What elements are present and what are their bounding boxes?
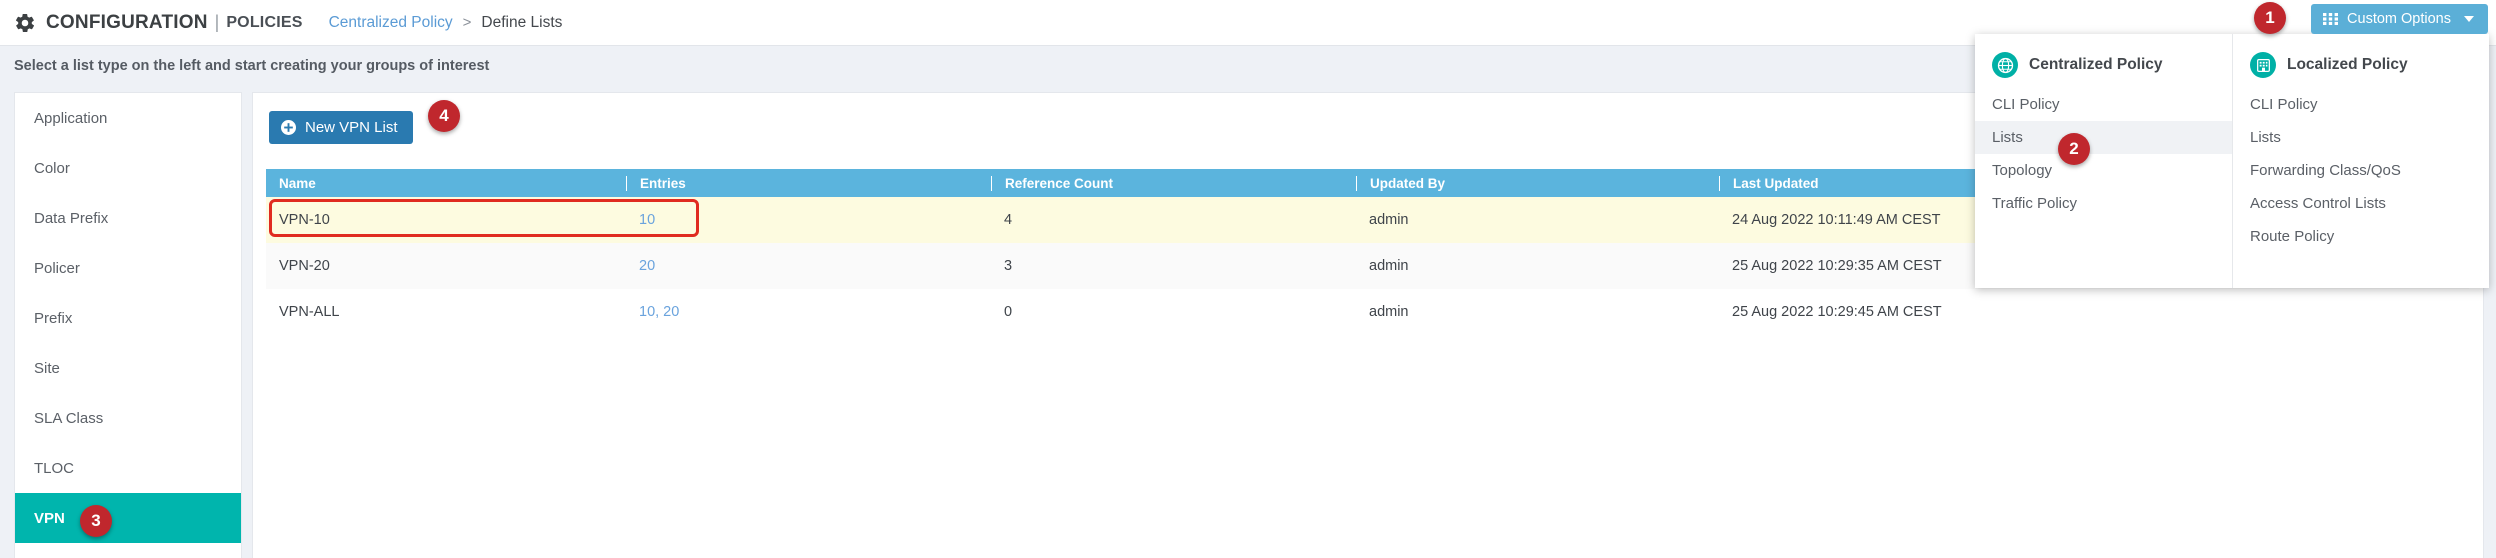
cell-entries[interactable]: 20 <box>626 258 991 274</box>
dropdown-item-label: Route Policy <box>2250 228 2335 245</box>
cell-entries[interactable]: 10 <box>626 212 991 228</box>
cell-updated-by: admin <box>1369 258 1409 274</box>
globe-icon <box>1992 52 2018 78</box>
dropdown-title-localized-policy: Localized Policy <box>2233 48 2489 82</box>
app-title: CONFIGURATION <box>46 11 208 33</box>
cell-reference-count: 0 <box>1004 304 1013 320</box>
sidebar-item-label: SLA Class <box>34 409 104 427</box>
dropdown-item-lists[interactable]: Lists <box>2233 121 2489 154</box>
sidebar-item-data-prefix[interactable]: Data Prefix <box>15 193 241 243</box>
dropdown-column-centralized-policy: Centralized Policy CLI Policy Lists Topo… <box>1975 34 2232 288</box>
sidebar-item-label: Site <box>34 359 60 377</box>
building-icon <box>2250 52 2276 78</box>
callout-badge-2: 2 <box>2058 133 2090 165</box>
dropdown-list-centralized: CLI Policy Lists Topology Traffic Policy <box>1975 88 2232 220</box>
dropdown-item-lists[interactable]: Lists <box>1975 121 2232 154</box>
sidebar-item-label: Data Prefix <box>34 209 109 227</box>
chevron-down-icon <box>2464 16 2474 22</box>
dropdown-item-label: Topology <box>1992 162 2053 179</box>
gear-icon <box>15 13 35 32</box>
app-section-label: POLICIES <box>226 13 303 31</box>
dropdown-title-centralized-policy: Centralized Policy <box>1975 48 2232 82</box>
column-header-reference-count[interactable]: Reference Count <box>991 175 1356 191</box>
dropdown-item-label: CLI Policy <box>1992 96 2060 113</box>
dropdown-item-traffic-policy[interactable]: Traffic Policy <box>1975 187 2232 220</box>
cell-name: VPN-ALL <box>279 304 340 320</box>
cell-reference-count: 3 <box>1004 258 1013 274</box>
dropdown-column-localized-policy: Localized Policy CLI Policy Lists Forwar… <box>2232 34 2489 288</box>
breadcrumb-link-centralized-policy[interactable]: Centralized Policy <box>329 14 453 32</box>
cell-name: VPN-10 <box>279 212 330 228</box>
dropdown-item-cli-policy[interactable]: CLI Policy <box>1975 88 2232 121</box>
sidebar-item-sla-class[interactable]: SLA Class <box>15 393 241 443</box>
dropdown-item-forwarding-class-qos[interactable]: Forwarding Class/QoS <box>2233 154 2489 187</box>
dropdown-item-route-policy[interactable]: Route Policy <box>2233 220 2489 253</box>
sidebar-item-tloc[interactable]: TLOC <box>15 443 241 493</box>
sidebar-item-label: Prefix <box>34 309 73 327</box>
table-row[interactable]: VPN-ALL 10, 20 0 admin 25 Aug 2022 10:29… <box>266 289 2469 335</box>
sidebar-item-policer[interactable]: Policer <box>15 243 241 293</box>
sidebar-item-label: Policer <box>34 259 80 277</box>
dropdown-item-topology[interactable]: Topology <box>1975 154 2232 187</box>
callout-badge-1: 1 <box>2254 2 2286 34</box>
column-header-name[interactable]: Name <box>266 176 626 191</box>
cell-name: VPN-20 <box>279 258 330 274</box>
cell-updated-by: admin <box>1369 212 1409 228</box>
cell-last-updated: 25 Aug 2022 10:29:45 AM CEST <box>1732 304 1942 320</box>
new-vpn-list-label: New VPN List <box>305 119 398 136</box>
dropdown-item-label: Access Control Lists <box>2250 195 2386 212</box>
dropdown-list-localized: CLI Policy Lists Forwarding Class/QoS Ac… <box>2233 88 2489 253</box>
cell-entries[interactable]: 10, 20 <box>626 304 991 320</box>
instruction-text: Select a list type on the left and start… <box>14 58 490 74</box>
sidebar-item-label: Color <box>34 159 70 177</box>
sidebar-item-label: Application <box>34 109 108 127</box>
dropdown-item-label: Traffic Policy <box>1992 195 2078 212</box>
dropdown-item-label: Lists <box>2250 129 2281 146</box>
dropdown-item-label: CLI Policy <box>2250 96 2318 113</box>
breadcrumb-current-define-lists: Define Lists <box>481 13 563 31</box>
sidebar-item-label: VPN <box>34 509 65 527</box>
dropdown-item-cli-policy[interactable]: CLI Policy <box>2233 88 2489 121</box>
title-separator: | <box>214 12 220 32</box>
dropdown-item-label: Forwarding Class/QoS <box>2250 162 2401 179</box>
cell-updated-by: admin <box>1369 304 1409 320</box>
sidebar-item-site[interactable]: Site <box>15 343 241 393</box>
grid-icon <box>2323 13 2339 25</box>
cell-actions <box>2219 304 2469 321</box>
custom-options-dropdown: Centralized Policy CLI Policy Lists Topo… <box>1975 34 2489 288</box>
new-vpn-list-button[interactable]: New VPN List <box>269 111 413 144</box>
plus-circle-icon <box>281 120 296 135</box>
column-header-updated-by[interactable]: Updated By <box>1356 175 1719 191</box>
dropdown-title-label: Localized Policy <box>2287 56 2408 73</box>
sidebar-item-vpn[interactable]: VPN <box>15 493 241 543</box>
custom-options-label: Custom Options <box>2347 11 2451 27</box>
sidebar-item-color[interactable]: Color <box>15 143 241 193</box>
sidebar-item-prefix[interactable]: Prefix <box>15 293 241 343</box>
breadcrumb-separator: > <box>462 14 472 31</box>
callout-badge-4: 4 <box>428 100 460 132</box>
dropdown-title-label: Centralized Policy <box>2029 56 2163 73</box>
column-header-entries[interactable]: Entries <box>626 175 991 191</box>
row-action-buttons <box>2232 304 2469 321</box>
list-type-sidebar: Application Color Data Prefix Policer Pr… <box>14 92 242 558</box>
app-root: CONFIGURATION | POLICIES Centralized Pol… <box>0 0 2496 558</box>
dropdown-item-access-control-lists[interactable]: Access Control Lists <box>2233 187 2489 220</box>
cell-reference-count: 4 <box>1004 212 1013 228</box>
sidebar-item-application[interactable]: Application <box>15 93 241 143</box>
sidebar-item-label: TLOC <box>34 459 75 477</box>
dropdown-item-label: Lists <box>1992 129 2023 146</box>
breadcrumb: Centralized Policy > Define Lists <box>329 14 563 32</box>
custom-options-button[interactable]: Custom Options <box>2311 4 2488 34</box>
callout-badge-3: 3 <box>80 505 112 537</box>
